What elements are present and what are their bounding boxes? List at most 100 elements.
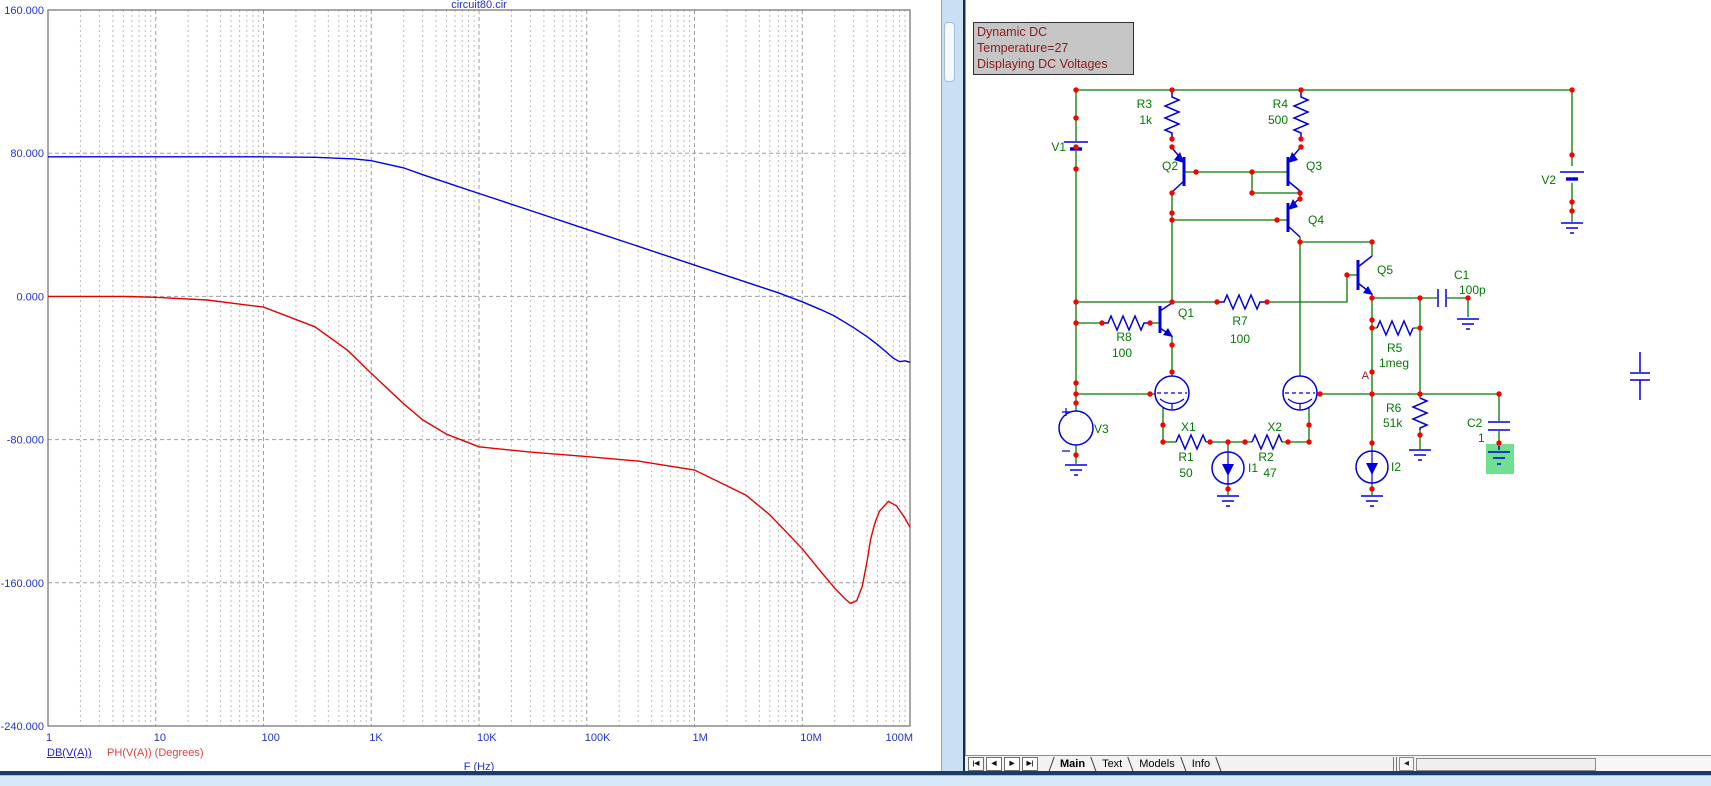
current-source-i1[interactable]: I1	[1211, 451, 1258, 485]
battery-v1[interactable]: V1	[1051, 140, 1088, 154]
transistor-q4[interactable]: Q4	[1286, 197, 1324, 238]
svg-text:1: 1	[46, 732, 52, 744]
last-sheet-button[interactable]: ▶|	[1022, 757, 1038, 771]
prev-sheet-button[interactable]: ◀	[986, 757, 1002, 771]
transistor-q5[interactable]: Q5	[1356, 255, 1393, 295]
label-q3: Q3	[1306, 159, 1322, 173]
value-r7: 100	[1230, 332, 1250, 346]
battery-v2[interactable]: V2	[1541, 171, 1584, 187]
label-q4: Q4	[1308, 213, 1324, 227]
value-c1: 100p	[1459, 283, 1486, 297]
source-v3[interactable]: V3	[1058, 408, 1109, 452]
label-q5: Q5	[1377, 263, 1393, 277]
capacitor-c2[interactable]: C2 1	[1467, 416, 1510, 445]
scrollbar-divider[interactable]	[1393, 757, 1397, 771]
legend-phase-expression[interactable]: PH(V(A)) (Degrees)	[107, 747, 204, 759]
next-sheet-button[interactable]: ▶	[1004, 757, 1020, 771]
label-r2: R2	[1258, 450, 1274, 464]
ground-v2-icon	[1561, 222, 1583, 234]
tab-separator	[1048, 756, 1055, 772]
tab-models[interactable]: Models	[1137, 758, 1176, 770]
ground-i1-icon	[1217, 495, 1239, 507]
scrollbar-track[interactable]	[1596, 757, 1711, 771]
legend-db-expression[interactable]: DB(V(A))	[47, 747, 92, 759]
label-i2: I2	[1391, 460, 1401, 474]
label-i1: I1	[1248, 461, 1258, 475]
scroll-left-button[interactable]: ◀	[1399, 757, 1414, 771]
svg-text:0.000: 0.000	[16, 291, 44, 303]
label-c1: C1	[1454, 268, 1470, 282]
transistor-q1[interactable]: Q1	[1158, 302, 1194, 337]
capacitor-c1[interactable]: C1 100p	[1437, 268, 1486, 307]
node-label-a[interactable]: A	[1362, 370, 1370, 382]
sheet-tabs: Main Text Models Info	[1045, 756, 1225, 772]
resistor-r4[interactable]: R4 500	[1268, 90, 1310, 139]
ground-c2-selected[interactable]	[1486, 444, 1514, 474]
value-r1: 50	[1179, 466, 1193, 480]
label-x2: X2	[1267, 420, 1282, 434]
ground-r6-icon	[1409, 449, 1431, 461]
svg-text:1K: 1K	[369, 732, 383, 744]
ground-v3-icon	[1065, 464, 1087, 476]
splitter-thumb[interactable]	[944, 22, 955, 82]
ground-i2-icon	[1361, 495, 1383, 507]
resistor-r5[interactable]: R5 1meg	[1376, 319, 1414, 370]
current-source-i2[interactable]: I2	[1355, 450, 1401, 484]
info-line-mode: Dynamic DC	[977, 25, 1048, 39]
svg-text:100: 100	[262, 732, 280, 744]
tab-separator	[1090, 756, 1097, 772]
svg-text:-80.000: -80.000	[7, 435, 44, 447]
ground-c1-icon	[1457, 318, 1479, 330]
svg-text:10: 10	[154, 732, 166, 744]
value-r2: 47	[1263, 466, 1277, 480]
tab-separator	[1179, 756, 1187, 772]
wires[interactable]	[1075, 89, 1573, 495]
first-sheet-button[interactable]: |◀	[968, 757, 984, 771]
info-line-display: Displaying DC Voltages	[977, 57, 1108, 71]
svg-text:-160.000: -160.000	[1, 578, 44, 590]
tab-text[interactable]: Text	[1100, 758, 1124, 770]
value-c2: 1	[1478, 431, 1485, 445]
label-r6: R6	[1386, 401, 1402, 415]
resistor-r7[interactable]: R7 100	[1217, 293, 1267, 346]
transistor-q3[interactable]: Q3	[1286, 147, 1322, 192]
svg-text:100K: 100K	[585, 732, 611, 744]
simulation-info-box[interactable]: Dynamic DC Temperature=27 Displaying DC …	[973, 22, 1134, 75]
schematic-canvas[interactable]: R3 1k R4 500 R7 100 R8 100 R1 50 R2 47 R…	[962, 0, 1711, 755]
label-x1: X1	[1181, 420, 1196, 434]
value-r5: 1meg	[1379, 356, 1409, 370]
resistor-r6[interactable]: R6 51k	[1383, 397, 1429, 430]
resistor-r8[interactable]: R8 100	[1102, 314, 1150, 360]
label-c2: C2	[1467, 416, 1483, 430]
svg-text:80.000: 80.000	[10, 148, 44, 160]
tab-info[interactable]: Info	[1190, 758, 1212, 770]
label-r7: R7	[1232, 314, 1248, 328]
value-r6: 51k	[1383, 416, 1403, 430]
svg-text:-240.000: -240.000	[1, 721, 44, 733]
resistor-r1[interactable]: R1 50	[1175, 433, 1207, 480]
status-strip	[0, 775, 1711, 786]
sheet-tab-bar: |◀ ◀ ▶ ▶| Main Text Models Info ◀	[965, 755, 1711, 772]
tab-separator	[1127, 756, 1134, 772]
capacitor-floating[interactable]	[1630, 352, 1650, 400]
resistor-r3[interactable]: R3 1k	[1137, 90, 1181, 139]
label-r8: R8	[1116, 330, 1132, 344]
svg-text:1M: 1M	[693, 732, 708, 744]
value-r4: 500	[1268, 113, 1288, 127]
value-r3: 1k	[1139, 113, 1153, 127]
transistor-q2[interactable]: Q2	[1162, 147, 1186, 193]
label-v1: V1	[1051, 140, 1066, 154]
info-line-temperature: Temperature=27	[977, 41, 1069, 55]
svg-text:100M: 100M	[885, 732, 913, 744]
bode-plot: 160.00080.0000.000-80.000-160.000-240.00…	[1, 5, 913, 744]
app-root: 160.000 80.000 0.000 -80.000 -160.000 -240.00…	[0, 0, 1711, 786]
tab-separator	[1215, 756, 1222, 772]
label-q2: Q2	[1162, 159, 1178, 173]
label-r1: R1	[1178, 450, 1194, 464]
tab-main[interactable]: Main	[1058, 758, 1087, 770]
svg-text:10M: 10M	[800, 732, 821, 744]
label-r3: R3	[1137, 97, 1153, 111]
label-v2: V2	[1541, 173, 1556, 187]
svg-text:10K: 10K	[477, 732, 497, 744]
scrollbar-thumb[interactable]	[1416, 757, 1596, 771]
